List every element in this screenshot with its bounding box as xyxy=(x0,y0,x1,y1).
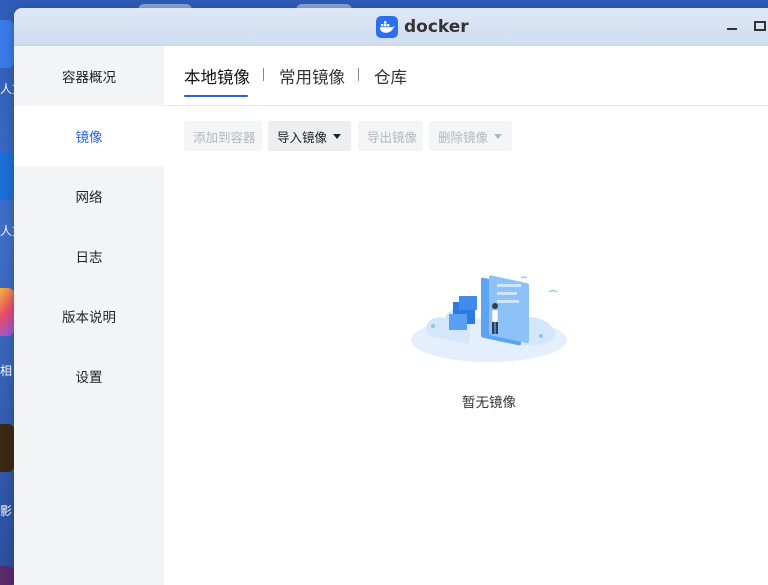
main-content: 本地镜像 常用镜像 仓库 添加到容器 导入镜像 导出镜像 删除镜像 暂无镜像 xyxy=(164,46,768,585)
sidebar-item-settings[interactable]: 设置 xyxy=(14,346,164,406)
chevron-down-icon xyxy=(333,133,342,139)
delete-image-button[interactable]: 删除镜像 xyxy=(429,121,512,151)
sidebar-item-release-notes[interactable]: 版本说明 xyxy=(14,286,164,346)
add-to-container-button[interactable]: 添加到容器 xyxy=(184,121,262,151)
tab-local-images[interactable]: 本地镜像 xyxy=(184,64,250,88)
empty-state-illustration xyxy=(411,275,567,362)
title-bar[interactable]: docker xyxy=(14,8,768,46)
delete-image-label: 删除镜像 xyxy=(438,129,489,145)
export-image-label: 导出镜像 xyxy=(367,129,418,145)
active-tab-indicator xyxy=(184,95,248,97)
maximize-button[interactable] xyxy=(754,21,766,31)
import-image-button[interactable]: 导入镜像 xyxy=(268,121,351,151)
sidebar: 容器概况 镜像 网络 日志 版本说明 设置 xyxy=(14,46,164,585)
export-image-button[interactable]: 导出镜像 xyxy=(358,121,423,151)
sidebar-item-logs[interactable]: 日志 xyxy=(14,226,164,286)
minimize-button[interactable] xyxy=(726,20,738,32)
photos-icon[interactable] xyxy=(0,288,14,336)
tab-common-images[interactable]: 常用镜像 xyxy=(279,64,345,88)
import-image-label: 导入镜像 xyxy=(277,129,328,145)
desktop-app-icon[interactable] xyxy=(0,566,14,585)
docker-logo-icon xyxy=(376,16,398,38)
docker-window: docker 容器概况 镜像 网络 日志 版本说明 设置 本地镜像 常用镜像 仓… xyxy=(14,8,768,585)
desktop-app-icon[interactable] xyxy=(0,152,14,200)
add-to-container-label: 添加到容器 xyxy=(193,129,256,145)
sidebar-item-network[interactable]: 网络 xyxy=(14,166,164,226)
title-group: docker xyxy=(376,16,469,38)
tab-repository[interactable]: 仓库 xyxy=(374,64,407,88)
desktop-app-icon[interactable] xyxy=(0,20,14,68)
tab-divider xyxy=(358,68,359,81)
empty-state-text: 暂无镜像 xyxy=(462,395,516,411)
app-title: docker xyxy=(404,17,469,37)
video-icon[interactable] xyxy=(0,424,14,472)
whale-icon xyxy=(379,21,395,33)
chevron-down-icon xyxy=(494,133,503,139)
tab-divider xyxy=(263,68,264,81)
sidebar-item-container-overview[interactable]: 容器概况 xyxy=(14,46,164,106)
sidebar-item-images[interactable]: 镜像 xyxy=(14,106,164,166)
tab-bar: 本地镜像 常用镜像 仓库 xyxy=(164,46,768,106)
